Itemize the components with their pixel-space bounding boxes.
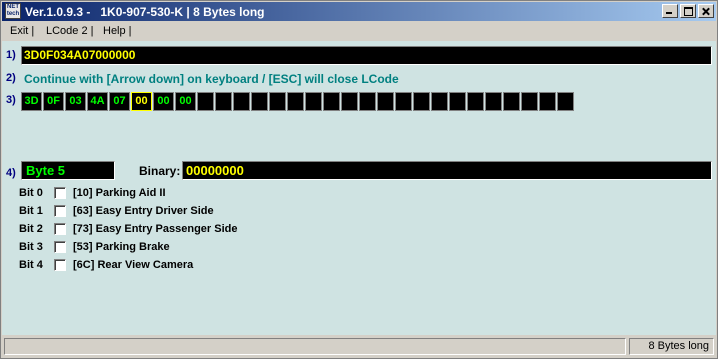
empty-byte-cell[interactable]: [521, 92, 538, 111]
maximize-icon[interactable]: [680, 4, 696, 18]
empty-byte-cell[interactable]: [377, 92, 394, 111]
empty-byte-cell[interactable]: [485, 92, 502, 111]
window-title: Ver.1.0.9.3 - 1K0-907-530-K | 8 Bytes lo…: [25, 5, 265, 19]
empty-byte-cell[interactable]: [359, 92, 376, 111]
byte-cell[interactable]: 00: [131, 92, 152, 111]
empty-byte-cell[interactable]: [449, 92, 466, 111]
status-pane-right: 8 Bytes long: [629, 338, 714, 355]
menu-bar: Exit | LCode 2 | Help |: [2, 22, 716, 41]
bit-checkbox[interactable]: [54, 187, 66, 199]
byte-cell[interactable]: 0F: [43, 92, 64, 111]
binary-label: Binary:: [139, 164, 181, 178]
empty-byte-cell[interactable]: [305, 92, 322, 111]
byte-cell[interactable]: 3D: [21, 92, 42, 111]
bit-description: [6C] Rear View Camera: [73, 259, 194, 271]
title-bar[interactable]: NET tech Ver.1.0.9.3 - 1K0-907-530-K | 8…: [2, 2, 716, 21]
menu-help[interactable]: Help |: [103, 25, 132, 37]
status-bar: 8 Bytes long: [2, 336, 716, 358]
bit-name: Bit 4: [19, 259, 43, 271]
bit-name: Bit 2: [19, 223, 43, 235]
empty-byte-cell[interactable]: [341, 92, 358, 111]
bit-checkbox[interactable]: [54, 241, 66, 253]
byte-cell[interactable]: 03: [65, 92, 86, 111]
content-area: 1) 3D0F034A07000000 2) Continue with [Ar…: [2, 41, 716, 335]
minimize-icon[interactable]: [662, 4, 678, 18]
hex-code-field[interactable]: 3D0F034A07000000: [21, 46, 712, 65]
row-number-3: 3): [6, 94, 16, 106]
binary-value-field[interactable]: 00000000: [182, 161, 712, 180]
empty-byte-cell[interactable]: [539, 92, 556, 111]
bit-description: [10] Parking Aid II: [73, 187, 166, 199]
byte-cell[interactable]: 00: [153, 92, 174, 111]
byte-cell[interactable]: 07: [109, 92, 130, 111]
byte-cell[interactable]: 00: [175, 92, 196, 111]
instruction-message: Continue with [Arrow down] on keyboard /…: [24, 72, 399, 86]
empty-byte-cell[interactable]: [215, 92, 232, 111]
bit-name: Bit 3: [19, 241, 43, 253]
empty-byte-cell[interactable]: [395, 92, 412, 111]
empty-byte-cell[interactable]: [269, 92, 286, 111]
empty-byte-cell[interactable]: [431, 92, 448, 111]
status-pane-left: [4, 338, 626, 355]
window-controls: [662, 4, 714, 18]
menu-exit[interactable]: Exit |: [10, 25, 34, 37]
bit-description: [63] Easy Entry Driver Side: [73, 205, 214, 217]
bit-checkbox[interactable]: [54, 259, 66, 271]
bit-description: [73] Easy Entry Passenger Side: [73, 223, 238, 235]
bit-description: [53] Parking Brake: [73, 241, 170, 253]
bit-checkbox[interactable]: [54, 205, 66, 217]
empty-byte-cell[interactable]: [251, 92, 268, 111]
byte-cells: 3D 0F 03 4A 07 00 00 00: [21, 92, 575, 111]
byte-cell[interactable]: 4A: [87, 92, 108, 111]
byte-label-field: Byte 5: [21, 161, 115, 180]
main-window: NET tech Ver.1.0.9.3 - 1K0-907-530-K | 8…: [0, 0, 718, 359]
empty-byte-cell[interactable]: [557, 92, 574, 111]
bit-checkbox[interactable]: [54, 223, 66, 235]
empty-byte-cell[interactable]: [197, 92, 214, 111]
empty-byte-cell[interactable]: [233, 92, 250, 111]
row-number-4: 4): [6, 167, 16, 179]
empty-byte-cell[interactable]: [287, 92, 304, 111]
close-icon[interactable]: [698, 4, 714, 18]
empty-byte-cell[interactable]: [467, 92, 484, 111]
app-icon[interactable]: NET tech: [5, 3, 21, 19]
row-number-1: 1): [6, 49, 16, 61]
bit-name: Bit 1: [19, 205, 43, 217]
row-number-2: 2): [6, 72, 16, 84]
bit-name: Bit 0: [19, 187, 43, 199]
empty-byte-cell[interactable]: [503, 92, 520, 111]
empty-byte-cell[interactable]: [323, 92, 340, 111]
empty-byte-cell[interactable]: [413, 92, 430, 111]
menu-lcode2[interactable]: LCode 2 |: [46, 25, 94, 37]
app-icon-text: NET tech: [6, 4, 20, 17]
